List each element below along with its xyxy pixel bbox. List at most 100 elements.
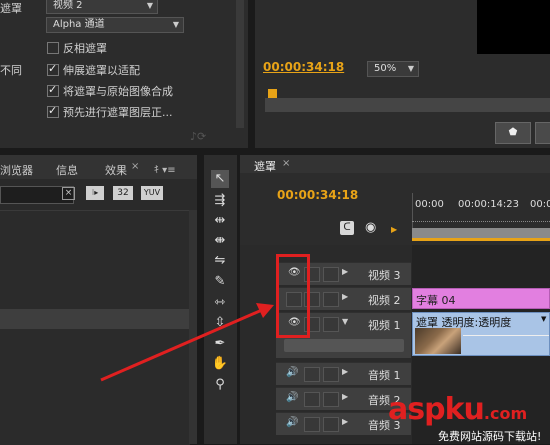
track-lock-box[interactable]	[304, 367, 320, 382]
rolling-edit-tool-icon[interactable]: ⇼	[211, 232, 229, 250]
track-target-box[interactable]	[323, 267, 339, 282]
differ-label: 不同	[0, 64, 22, 77]
watermark-logo: aspku.com	[388, 392, 527, 427]
accelerated-effects-icon[interactable]: ⁝▸	[86, 186, 104, 200]
watermark-brand: aspku	[388, 392, 485, 427]
alpha-channel-select[interactable]: Alpha 通道 ▼	[46, 17, 184, 33]
add-marker-icon[interactable]: ◉	[365, 220, 376, 235]
slip-tool-icon[interactable]: ⇿	[211, 294, 229, 312]
bit32-badge[interactable]: 32	[113, 186, 133, 200]
watermark-tld: .com	[483, 404, 528, 423]
marker-arrow-icon[interactable]: ▶	[391, 225, 397, 234]
chevron-down-icon[interactable]: ▼	[541, 315, 546, 323]
work-area-bar[interactable]	[412, 228, 550, 238]
effects-scrollbar[interactable]	[189, 210, 197, 444]
title-clip[interactable]: 字幕 04	[412, 288, 550, 309]
audio-icon: ♪⟳	[190, 130, 207, 143]
video-layer-select[interactable]: 视频 2 ▼	[46, 0, 158, 14]
track-name: 视频 3	[368, 269, 401, 282]
clear-search-icon[interactable]: ×	[62, 187, 75, 200]
selected-effect-row[interactable]	[0, 309, 190, 329]
mask-clip[interactable]: 遮罩 透明度:透明度 ▼	[412, 312, 550, 356]
opacity-line	[463, 335, 549, 336]
video-layer-value: 视频 2	[53, 0, 83, 11]
chevron-down-icon: ▼	[172, 20, 179, 29]
track-target-box[interactable]	[323, 292, 339, 307]
playhead-marker[interactable]	[268, 89, 277, 98]
track-name: 视频 1	[368, 319, 401, 332]
stretch-mask-checkbox[interactable]: ✓	[47, 62, 59, 76]
keyframe-controls[interactable]	[284, 339, 404, 352]
track-name: 视频 2	[368, 294, 401, 307]
tab-info[interactable]: 信息	[56, 162, 78, 178]
ruler-tick-0: 00:00	[415, 199, 444, 210]
zoom-tool-icon[interactable]: ⚲	[211, 376, 229, 394]
mask-label: 遮罩	[0, 2, 22, 15]
expand-triangle-icon[interactable]: ▶	[342, 392, 348, 401]
expand-triangle-icon[interactable]: ▶	[342, 417, 348, 426]
invert-mask-label: 反相遮罩	[63, 42, 107, 55]
watermark-tagline: 免费网站源码下载站!	[438, 430, 542, 443]
clip-thumbnail	[415, 328, 461, 354]
selection-tool-icon[interactable]: ↖	[211, 170, 229, 188]
composite-label: 将遮罩与原始图像合成	[63, 85, 173, 98]
speaker-icon[interactable]: 🔊	[286, 367, 300, 379]
ruler-tick-marks	[412, 215, 550, 222]
highlight-box	[276, 254, 310, 338]
track-target-box[interactable]	[323, 417, 339, 432]
premultiply-label: 预先进行遮罩图层正...	[63, 106, 173, 119]
rendered-bar	[412, 238, 550, 241]
monitor-timeline-bar[interactable]	[265, 98, 550, 112]
rate-stretch-tool-icon[interactable]: ⇋	[211, 252, 229, 270]
close-icon[interactable]: ×	[131, 161, 139, 172]
hand-tool-icon[interactable]: ✋	[211, 355, 229, 373]
track-audio-1[interactable]: 🔊 ▶ 音频 1	[276, 362, 411, 385]
zoom-select[interactable]: 50% ▼	[367, 61, 419, 77]
slide-tool-icon[interactable]: ⇳	[211, 314, 229, 332]
snap-icon[interactable]: ᑕ	[340, 221, 354, 235]
mark-out-button[interactable]	[535, 122, 550, 144]
collapse-triangle-icon[interactable]: ▼	[342, 317, 348, 326]
track-lock-box[interactable]	[304, 417, 320, 432]
invert-mask-checkbox[interactable]	[47, 42, 59, 54]
check-icon: ✓	[48, 83, 58, 96]
ripple-edit-tool-icon[interactable]: ⇹	[211, 212, 229, 230]
check-icon: ✓	[48, 62, 58, 75]
program-timecode[interactable]: 00:00:34:18	[263, 60, 344, 74]
timeline-timecode[interactable]: 00:00:34:18	[277, 188, 358, 202]
ruler-tick-2: 00:0	[530, 199, 550, 210]
chevron-down-icon: ▼	[146, 1, 153, 10]
track-name: 音频 1	[368, 369, 401, 382]
expand-triangle-icon[interactable]: ▶	[342, 367, 348, 376]
expand-triangle-icon[interactable]: ▶	[342, 292, 348, 301]
track-target-box[interactable]	[323, 392, 339, 407]
program-monitor-panel: 00:00:34:18 50% ▼ ⬟	[255, 0, 550, 148]
title-clip-label: 字幕 04	[416, 294, 456, 307]
chevron-down-icon: ▼	[407, 64, 414, 73]
stretch-mask-label: 伸展遮罩以适配	[63, 64, 140, 77]
mark-in-button[interactable]: ⬟	[495, 122, 531, 144]
panel-menu-icon[interactable]: ｷ ▾≡	[154, 161, 176, 176]
tab-effects[interactable]: 效果	[105, 162, 127, 178]
effects-panel: 浏览器 信息 效果 × ｷ ▾≡ × ⁝▸ 32 YUV	[0, 155, 197, 445]
speaker-icon[interactable]: 🔊	[286, 417, 300, 429]
track-lock-box[interactable]	[304, 392, 320, 407]
alpha-channel-value: Alpha 通道	[53, 19, 105, 30]
razor-tool-icon[interactable]: ✎	[211, 273, 229, 291]
pen-tool-icon[interactable]: ✒	[211, 335, 229, 353]
close-icon[interactable]: ×	[282, 158, 290, 169]
expand-triangle-icon[interactable]: ▶	[342, 267, 348, 276]
track-target-box[interactable]	[323, 317, 339, 332]
panel-scrollbar[interactable]	[236, 0, 244, 128]
speaker-icon[interactable]: 🔊	[286, 392, 300, 404]
tab-browser[interactable]: 浏览器	[0, 162, 33, 178]
track-target-box[interactable]	[323, 367, 339, 382]
premultiply-checkbox[interactable]: ✓	[47, 104, 59, 118]
composite-checkbox[interactable]: ✓	[47, 83, 59, 97]
video-preview	[477, 0, 550, 54]
yuv-badge[interactable]: YUV	[141, 186, 163, 200]
ruler-tick-1: 00:00:14:23	[458, 199, 520, 210]
tab-mask-sequence[interactable]: 遮罩	[254, 158, 276, 174]
track-select-tool-icon[interactable]: ⇶	[211, 192, 229, 210]
zoom-value: 50%	[374, 63, 397, 74]
